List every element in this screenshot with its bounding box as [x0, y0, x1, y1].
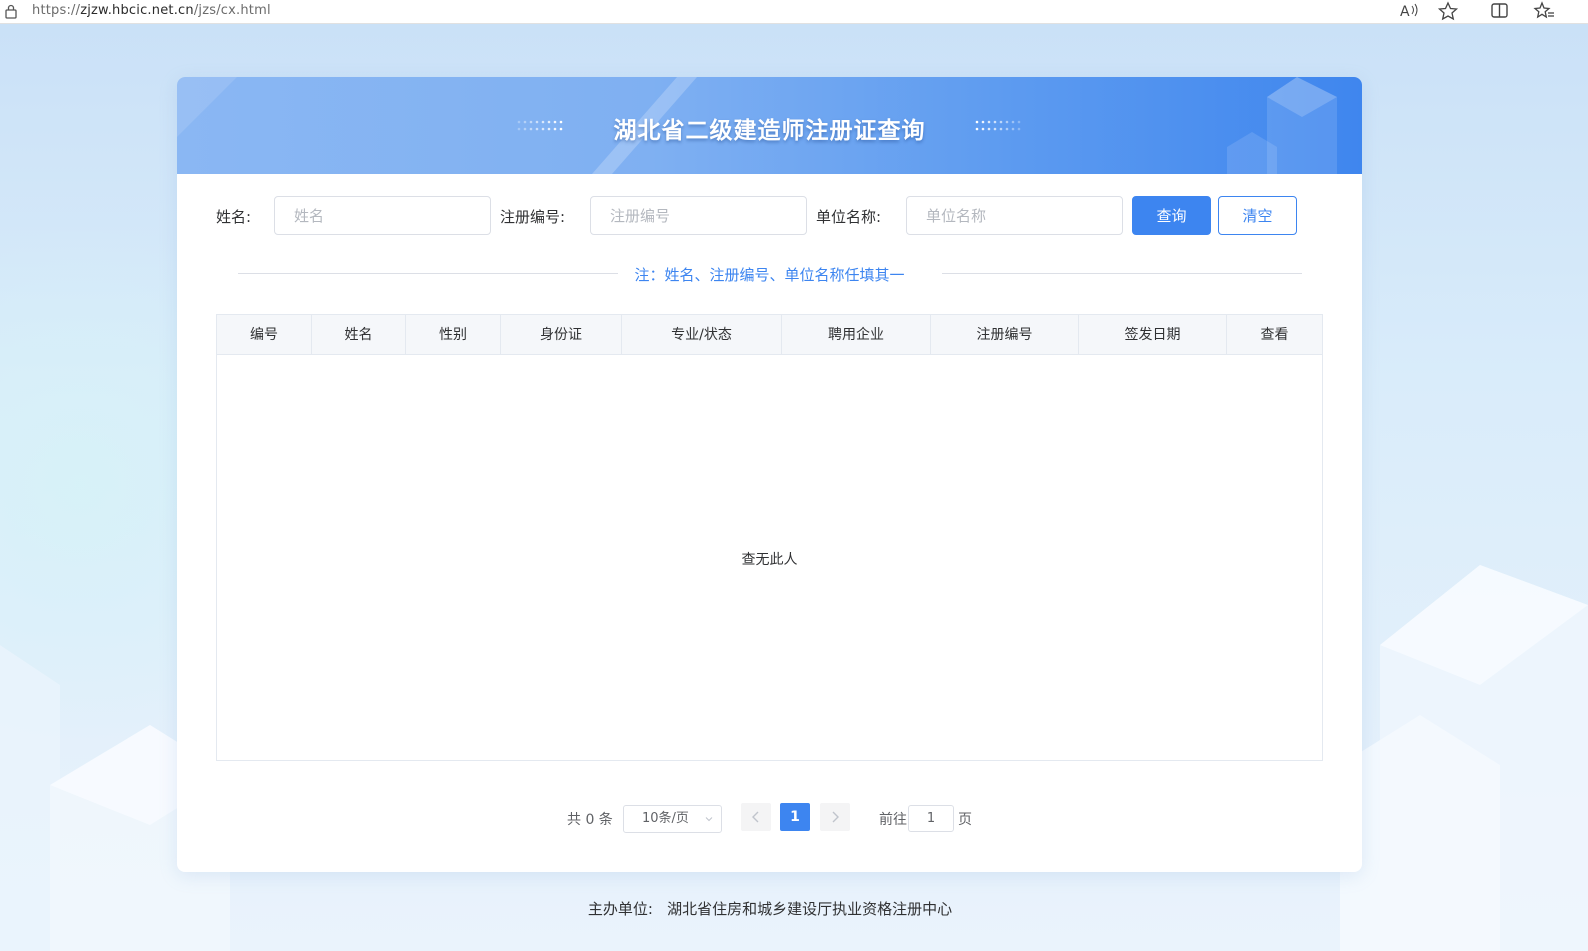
chevron-right-icon [832, 811, 839, 823]
search-form: 姓名: 注册编号: 单位名称: 查询 清空 [177, 196, 1362, 236]
query-button[interactable]: 查询 [1132, 196, 1211, 235]
url-field[interactable]: https://zjzw.hbcic.net.cn/jzs/cx.html [32, 3, 271, 18]
clear-button[interactable]: 清空 [1218, 196, 1297, 235]
next-page-button[interactable] [820, 803, 850, 831]
column-header-view: 查看 [1260, 327, 1289, 343]
column-header-employer: 聘用企业 [782, 315, 931, 355]
note-text: 注：姓名、注册编号、单位名称任填其一 [634, 266, 905, 284]
goto-label: 前往 [879, 812, 907, 828]
column-header-reg-number: 注册编号 [931, 315, 1079, 355]
url-host: zjzw.hbcic.net.cn [80, 3, 194, 18]
split-screen-icon[interactable] [1489, 1, 1511, 21]
column-header-name: 姓名 [312, 315, 406, 355]
goto-page-input[interactable] [908, 805, 954, 832]
page-title: 湖北省二级建造师注册证查询 [613, 118, 926, 144]
reg-number-input[interactable] [590, 196, 807, 235]
column-header-issue-date: 签发日期 [1079, 315, 1227, 355]
org-name-input[interactable] [906, 196, 1123, 235]
chevron-left-icon [752, 811, 759, 823]
banner-dots-right [975, 120, 1021, 131]
reg-number-label: 注册编号: [500, 208, 566, 226]
page-size-select[interactable]: 10条/页 [623, 805, 722, 833]
svg-text:A: A [1400, 4, 1410, 20]
url-scheme: https:// [32, 3, 81, 18]
query-card: 湖北省二级建造师注册证查询 姓名: 注册编号: 单位名称: 查询 清空 注：姓名… [177, 77, 1362, 872]
page-number-current[interactable]: 1 [780, 803, 810, 831]
org-name-label: 单位名称: [816, 208, 882, 226]
chevron-down-icon [705, 817, 713, 822]
table-header: 编号 姓名 性别 身份证 专业/状态 聘用企业 注册编号 签发日期 查看 [217, 315, 1322, 355]
pagination: 共 0 条 10条/页 1 前往 页 [177, 803, 1362, 833]
favorites-list-icon[interactable] [1533, 1, 1555, 21]
banner: 湖北省二级建造师注册证查询 [177, 77, 1362, 174]
empty-state-text: 查无此人 [741, 552, 798, 568]
page-size-value: 10条/页 [642, 811, 689, 826]
page-suffix: 页 [958, 812, 972, 828]
url-path: /jzs/cx.html [193, 3, 271, 18]
column-header-number: 编号 [217, 315, 312, 355]
browser-address-bar: https://zjzw.hbcic.net.cn/jzs/cx.html A [0, 0, 1588, 24]
lock-icon [5, 4, 17, 19]
column-header-major-status: 专业/状态 [622, 315, 782, 355]
divider-right [942, 273, 1302, 274]
name-input[interactable] [274, 196, 491, 235]
footer-organizer: 主办单位: 湖北省住房和城乡建设厅执业资格注册中心 [587, 900, 953, 918]
results-table: 编号 姓名 性别 身份证 专业/状态 聘用企业 注册编号 签发日期 查看 查无此… [216, 314, 1323, 761]
prev-page-button[interactable] [741, 803, 771, 831]
note-row: 注：姓名、注册编号、单位名称任填其一 [177, 263, 1362, 285]
column-header-gender: 性别 [406, 315, 501, 355]
total-count: 共 0 条 [567, 812, 613, 828]
column-header-id-card: 身份证 [501, 315, 622, 355]
favorite-star-icon[interactable] [1437, 1, 1459, 21]
name-label: 姓名: [216, 208, 252, 226]
read-aloud-icon[interactable]: A [1398, 1, 1420, 21]
